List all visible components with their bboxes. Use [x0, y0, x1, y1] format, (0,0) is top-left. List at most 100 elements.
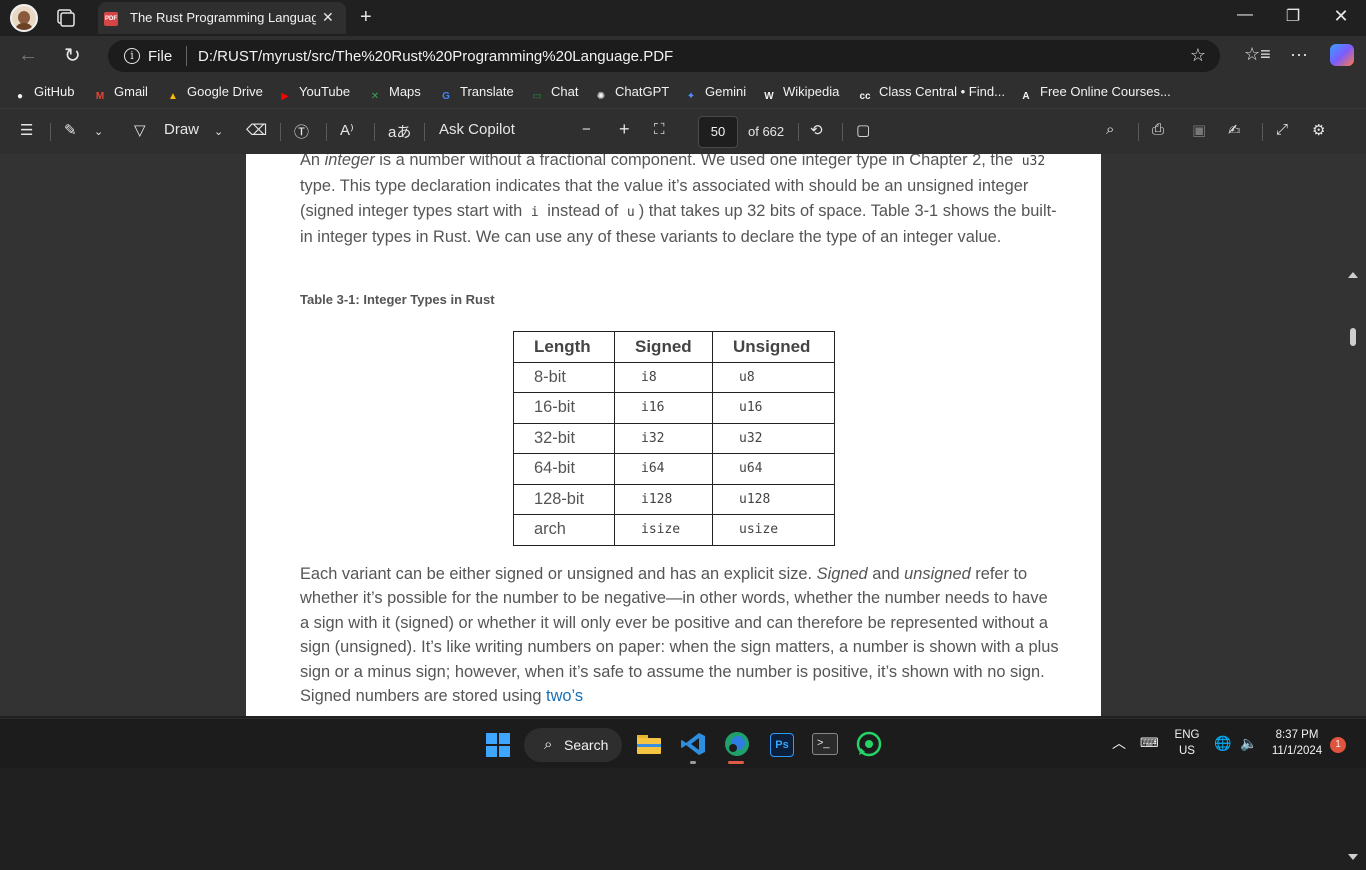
taskbar-search[interactable]: ⌕ Search: [524, 728, 622, 762]
bookmark-chatgpt[interactable]: ✺ ChatGPT: [593, 84, 669, 102]
ask-copilot-button[interactable]: Ask Copilot: [439, 121, 515, 138]
save-as-icon[interactable]: ✍: [1228, 121, 1241, 139]
highlight-dropdown-icon[interactable]: ⌄: [94, 125, 103, 138]
restore-button[interactable]: ❐: [1270, 6, 1316, 26]
address-bar[interactable]: i File D:/RUST/myrust/src/The%20Rust%20P…: [108, 40, 1220, 72]
bookmark-label: Gemini: [705, 84, 747, 99]
class-central-icon: cc: [859, 91, 871, 102]
code-i: i: [530, 204, 539, 220]
maps-icon: ✕: [370, 91, 380, 102]
language-indicator[interactable]: ENG US: [1170, 729, 1204, 757]
table-row: 64-bit i64 u64: [513, 453, 835, 485]
clock-time: 8:37 PM: [1275, 729, 1319, 741]
network-icon[interactable]: 🌐: [1214, 735, 1231, 752]
github-icon: ●: [16, 91, 24, 102]
bookmark-class-central-find[interactable]: cc Class Central • Find...: [857, 84, 1005, 102]
code-u32: u32: [1021, 154, 1046, 169]
bookmark-translate[interactable]: G Translate: [438, 84, 514, 102]
address-divider: [186, 46, 187, 66]
read-aloud-icon[interactable]: A⁾: [340, 121, 354, 139]
bookmark-label: ChatGPT: [615, 84, 670, 99]
reload-button[interactable]: ↻: [64, 43, 81, 68]
draw-icon[interactable]: ▽: [134, 121, 146, 139]
erase-icon[interactable]: ⌫: [246, 121, 267, 139]
find-icon[interactable]: ⌕: [1106, 121, 1114, 138]
photoshop-icon[interactable]: Ps: [770, 733, 794, 757]
table-row: 32-bit i32 u32: [513, 422, 835, 454]
highlight-icon[interactable]: ✎: [64, 121, 77, 139]
bookmark-github[interactable]: ● GitHub: [12, 84, 75, 102]
close-window-button[interactable]: ✕: [1318, 6, 1364, 27]
print-icon[interactable]: ⎙: [1152, 121, 1164, 138]
bookmark-label: Maps: [389, 84, 421, 99]
tray-overflow-icon[interactable]: ︿: [1112, 733, 1126, 753]
page-number-input[interactable]: 50: [698, 116, 738, 148]
save-icon[interactable]: ▣: [1192, 121, 1206, 139]
twos-complement-link[interactable]: two’s: [546, 687, 583, 705]
bookmark-label: Google Drive: [187, 84, 263, 99]
full-screen-icon[interactable]: ⤢: [1276, 121, 1288, 138]
terminal-icon[interactable]: >_: [812, 733, 838, 755]
whatsapp-icon[interactable]: [856, 731, 882, 757]
gemini-icon: ✦: [686, 91, 696, 102]
clock[interactable]: 8:37 PM 11/1/2024: [1264, 729, 1330, 757]
vertical-scrollbar[interactable]: [1346, 270, 1360, 870]
table-cell: arch: [513, 514, 615, 546]
more-options-icon[interactable]: ···: [1290, 44, 1308, 65]
zoom-in-icon[interactable]: +: [619, 119, 630, 140]
bookmark-gemini[interactable]: ✦ Gemini: [683, 84, 746, 102]
pdf-page: An integer is a number without a fractio…: [246, 154, 1101, 716]
pdf-toolbar: ☰ ✎ ⌄ ▽ Draw ⌄ ⌫ Ⓣ A⁾ aあ Ask Copilot − +…: [0, 108, 1366, 154]
keyboard-icon[interactable]: ⌨: [1140, 735, 1159, 751]
new-tab-button[interactable]: +: [360, 6, 372, 29]
windows-start-icon[interactable]: [486, 733, 510, 757]
integer-types-table: Length Signed Unsigned 8-bit i8 u8 16-bit i16 u…: [513, 331, 835, 546]
draw-dropdown-icon[interactable]: ⌄: [214, 125, 223, 138]
contents-icon[interactable]: ☰: [20, 121, 33, 139]
search-label: Search: [564, 737, 609, 753]
table-header: Signed: [614, 331, 713, 363]
page-view-icon[interactable]: ▢: [856, 121, 870, 139]
active-app-indicator: [728, 761, 744, 764]
favorites-icon[interactable]: ☆≡: [1244, 44, 1271, 65]
url-text[interactable]: D:/RUST/myrust/src/The%20Rust%20Programm…: [198, 48, 673, 65]
region-code: US: [1179, 745, 1195, 757]
zoom-out-icon[interactable]: −: [582, 121, 591, 138]
title-bar: PDF The Rust Programming Language ✕ + — …: [0, 0, 1366, 36]
table-cell: usize: [712, 514, 835, 546]
bookmark-google-drive[interactable]: ▲ Google Drive: [165, 84, 263, 102]
address-scheme-label: File: [148, 48, 173, 65]
edge-browser-icon[interactable]: [724, 731, 750, 757]
table-cell: u8: [712, 361, 835, 393]
add-text-icon[interactable]: Ⓣ: [294, 121, 309, 142]
gmail-icon: M: [95, 91, 105, 102]
bookmark-chat[interactable]: ▭ Chat: [529, 84, 578, 102]
bookmark-maps[interactable]: ✕ Maps: [367, 84, 421, 102]
draw-label[interactable]: Draw: [164, 121, 199, 138]
bookmark-free-online-courses[interactable]: A Free Online Courses...: [1018, 84, 1170, 102]
volume-icon[interactable]: 🔈: [1240, 735, 1257, 752]
workspaces-icon[interactable]: [54, 8, 76, 28]
active-tab[interactable]: PDF The Rust Programming Language ✕: [98, 2, 346, 34]
file-explorer-icon[interactable]: [636, 732, 662, 756]
table-cell: 8-bit: [513, 361, 615, 393]
bookmark-wikipedia[interactable]: W Wikipedia: [761, 84, 839, 102]
notification-badge[interactable]: 1: [1330, 737, 1346, 753]
minimize-button[interactable]: —: [1222, 6, 1268, 24]
paragraph-integer-intro: An integer is a number without a fractio…: [300, 154, 1057, 247]
vscode-icon[interactable]: [680, 731, 706, 757]
profile-avatar[interactable]: [10, 4, 38, 32]
rotate-icon[interactable]: ⟲: [810, 121, 823, 139]
settings-icon[interactable]: ⚙: [1312, 121, 1325, 139]
back-button[interactable]: ←: [18, 44, 38, 67]
bookmark-youtube[interactable]: ▶ YouTube: [277, 84, 350, 102]
wikipedia-icon: W: [764, 91, 774, 102]
google-drive-icon: ▲: [168, 91, 178, 102]
translate-icon[interactable]: aあ: [388, 121, 411, 142]
site-info-icon[interactable]: i: [124, 48, 140, 64]
bookmark-gmail[interactable]: M Gmail: [92, 84, 148, 102]
close-tab-icon[interactable]: ✕: [322, 9, 334, 26]
copilot-icon[interactable]: [1330, 44, 1354, 66]
fit-to-page-icon[interactable]: ⛶: [654, 121, 665, 138]
favorite-star-icon[interactable]: ☆: [1190, 45, 1206, 66]
